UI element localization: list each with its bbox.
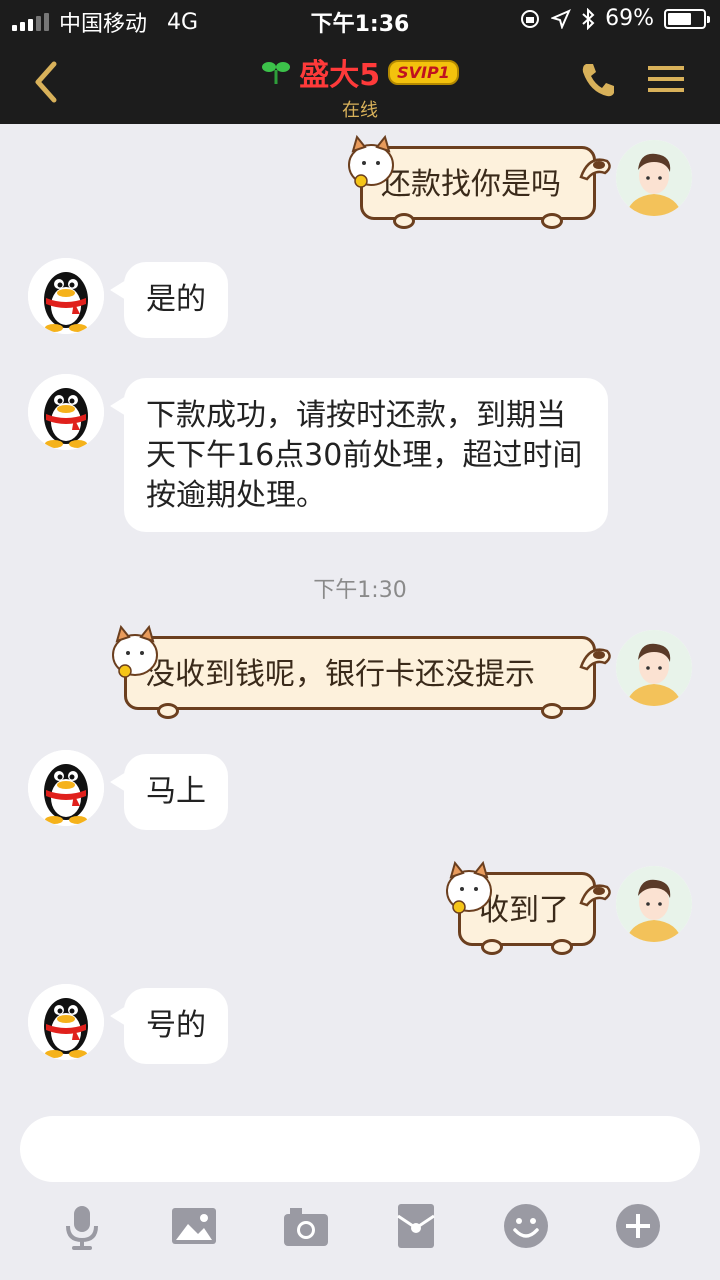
message-bubble-received[interactable]: 是的 (110, 262, 228, 338)
contact-avatar[interactable] (28, 374, 104, 450)
message-text: 马上 (146, 774, 206, 809)
emoji-icon[interactable] (502, 1202, 550, 1250)
chat-title: 盛大5 (299, 58, 381, 93)
cat-tail-decoration (579, 884, 611, 907)
battery-icon (664, 8, 710, 29)
lucky-cat-icon (348, 134, 394, 188)
message-bubble-sent[interactable]: 收到了 (446, 860, 611, 955)
red-packet-icon[interactable] (392, 1202, 440, 1250)
my-avatar[interactable] (616, 866, 692, 942)
message-bubble-sent[interactable]: 没收到钱呢，银行卡还没提示 (112, 624, 611, 719)
message-text: 还款找你是吗 (381, 167, 561, 202)
message-bubble-received[interactable]: 下款成功，请按时还款，到期当天下午16点30前处理，超过时间 按逾期处理。 (110, 378, 608, 532)
input-toolbar (0, 1196, 720, 1266)
message-text: 是的 (146, 282, 206, 317)
contact-avatar[interactable] (28, 750, 104, 826)
image-icon[interactable] (170, 1202, 218, 1250)
battery-percent: 69% (605, 6, 654, 31)
sprout-icon (262, 62, 291, 84)
chat-header: 盛大5 SVIP1 在线 (0, 40, 720, 124)
message-text: 没收到钱呢，银行卡还没提示 (145, 657, 535, 692)
contact-avatar[interactable] (28, 258, 104, 334)
rotation-lock-icon (521, 9, 540, 28)
phone-icon[interactable] (578, 60, 618, 100)
lucky-cat-icon (112, 624, 158, 678)
microphone-icon[interactable] (58, 1202, 106, 1250)
status-bar: 中国移动 4G 下午1:36 69% (0, 0, 720, 40)
message-text: 下款成功，请按时还款，到期当天下午16点30前处理，超过时间 按逾期处理。 (146, 398, 583, 513)
cat-tail-decoration (579, 648, 611, 671)
svip-badge: SVIP1 (388, 59, 459, 85)
my-avatar[interactable] (616, 630, 692, 706)
menu-icon[interactable] (648, 64, 684, 94)
message-input[interactable] (20, 1116, 700, 1182)
my-avatar[interactable] (616, 140, 692, 216)
message-bubble-sent[interactable]: 还款找你是吗 (348, 134, 611, 229)
message-bubble-received[interactable]: 号的 (110, 988, 228, 1064)
bluetooth-icon (582, 7, 595, 30)
contact-avatar[interactable] (28, 984, 104, 1060)
message-timestamp: 下午1:30 (313, 578, 407, 603)
camera-icon[interactable] (282, 1202, 330, 1250)
message-text: 号的 (146, 1008, 206, 1043)
lucky-cat-icon (446, 860, 492, 914)
cat-tail-decoration (579, 158, 611, 181)
plus-icon[interactable] (614, 1202, 662, 1250)
message-bubble-received[interactable]: 马上 (110, 754, 228, 830)
location-icon (551, 8, 572, 29)
